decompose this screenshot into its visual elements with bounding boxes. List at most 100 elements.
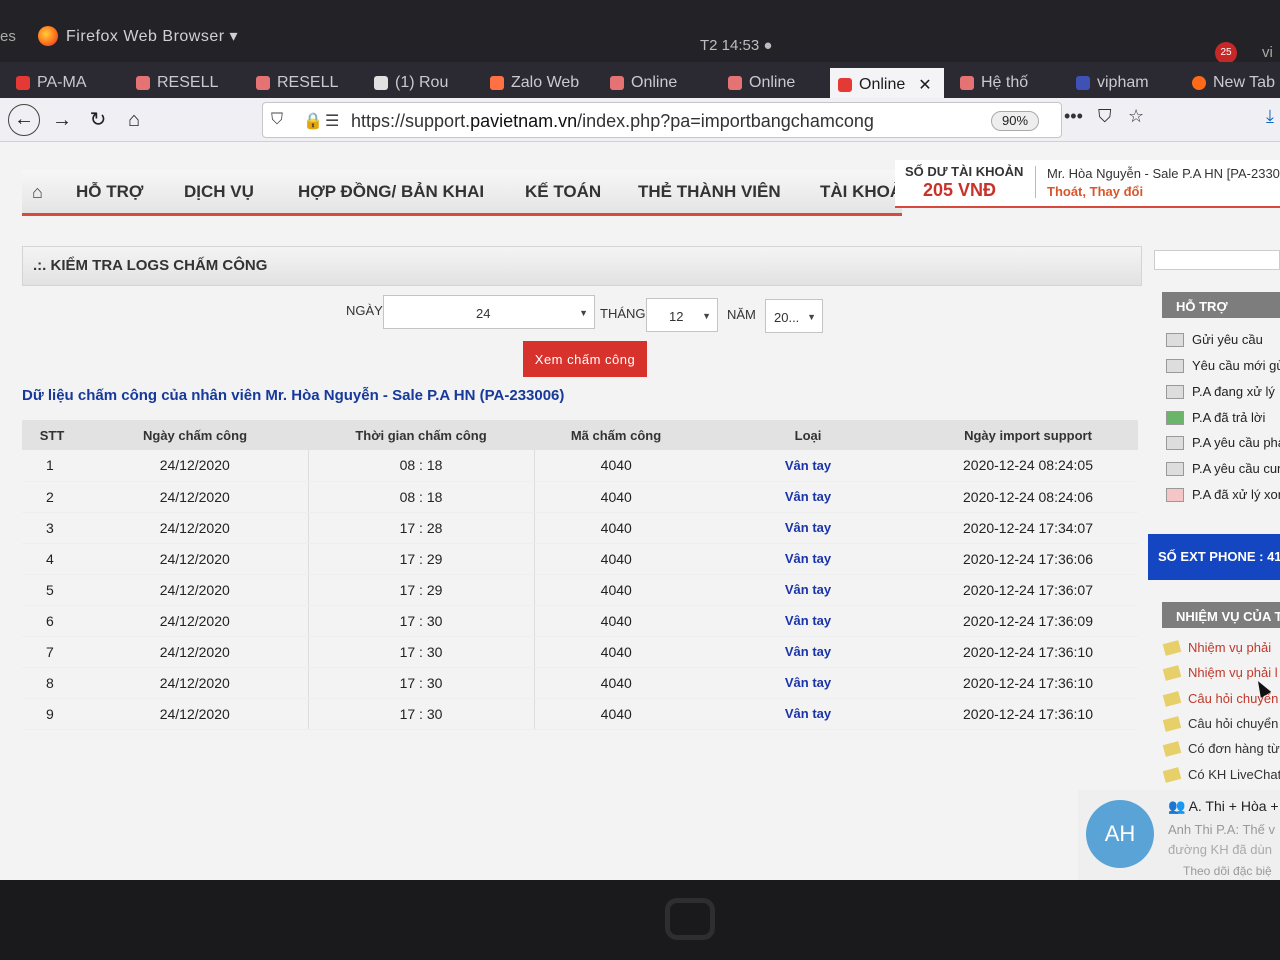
tab-online-1[interactable]: Online	[602, 66, 712, 100]
cell-code: 4040	[534, 481, 698, 513]
year-select[interactable]: 20... ▼	[765, 299, 823, 333]
task-item-4[interactable]: Câu hỏi chuyển	[1162, 715, 1278, 732]
avatar[interactable]: AH	[1086, 800, 1154, 868]
menu-dich-vu[interactable]: DỊCH VỤ	[184, 182, 254, 202]
tab-favicon-icon	[136, 76, 150, 90]
task-item-1[interactable]: Nhiệm vụ phải	[1162, 639, 1271, 656]
table-row: 9 24/12/2020 17 : 30 4040 Vân tay 2020-12-24 …	[22, 698, 1138, 730]
tab-favicon-icon	[838, 78, 852, 92]
close-tab-icon[interactable]: ✕	[918, 75, 931, 95]
cell-stt: 4	[22, 543, 82, 575]
menu-ho-tro[interactable]: HỖ TRỢ	[76, 182, 143, 202]
day-select[interactable]: 24 ▼	[383, 295, 595, 329]
cell-import-date: 2020-12-24 08:24:05	[918, 450, 1138, 482]
firefox-icon	[38, 26, 58, 46]
tab-router[interactable]: (1) Rou	[366, 66, 470, 100]
cell-time: 08 : 18	[307, 481, 535, 513]
close-icon	[1166, 487, 1184, 502]
reload-icon[interactable]: ↻	[82, 104, 114, 136]
sidebar-item-send-request[interactable]: Gửi yêu cầu	[1166, 332, 1263, 347]
cell-date: 24/12/2020	[82, 636, 308, 668]
sidebar-search-input[interactable]	[1154, 250, 1280, 270]
activities-label[interactable]: es	[0, 28, 16, 45]
menu-hop-dong[interactable]: HỢP ĐỒNG/ BẢN KHAI	[298, 182, 484, 202]
sidebar-item-request-feedback[interactable]: P.A yêu cầu phả	[1166, 435, 1280, 450]
section-title: .:. KIỂM TRA LOGS CHẤM CÔNG	[33, 257, 268, 274]
inbox-icon	[1166, 384, 1184, 399]
menu-tai-khoan[interactable]: TÀI KHOẢ	[820, 182, 902, 202]
sidebar-item-new-request[interactable]: Yêu cầu mới gử	[1166, 358, 1280, 373]
table-row: 5 24/12/2020 17 : 29 4040 Vân tay 2020-12-24 …	[22, 574, 1138, 606]
pocket-icon[interactable]: ⛉	[1098, 106, 1112, 127]
tab-favicon-icon	[256, 76, 270, 90]
tab-online-2[interactable]: Online	[720, 66, 828, 100]
chat-message-line: Anh Thi P.A: Thế v	[1168, 822, 1275, 837]
shield-icon[interactable]: ⛉	[271, 111, 283, 129]
lock-icon[interactable]: 🔒	[303, 111, 323, 131]
tab-resell-2[interactable]: RESELL	[248, 66, 348, 100]
tab-pa-manager[interactable]: PA-MA	[8, 66, 108, 100]
pencil-icon	[1162, 639, 1182, 656]
col-time: Thời gian chấm công	[308, 420, 534, 450]
forward-arrow-icon[interactable]: →	[46, 104, 78, 136]
tab-favicon-icon	[610, 76, 624, 90]
task-item-6[interactable]: Có KH LiveChat	[1162, 766, 1280, 783]
cell-stt: 8	[22, 667, 82, 699]
message-icon	[1166, 435, 1184, 450]
tasks-heading: NHIỆM VỤ CỦA T	[1162, 602, 1280, 628]
tab-online-active[interactable]: Online ✕	[830, 68, 944, 102]
divider	[1035, 166, 1036, 198]
sidebar-item-processing[interactable]: P.A đang xử lý	[1166, 384, 1275, 399]
zoom-level[interactable]: 90%	[991, 111, 1039, 131]
cell-type: Vân tay	[698, 667, 918, 699]
col-type: Loại	[698, 420, 918, 450]
tab-resell-1[interactable]: RESELL	[128, 66, 228, 100]
tab-vipham[interactable]: vipham	[1068, 66, 1176, 100]
app-name: Firefox Web Browser ▾	[66, 28, 239, 45]
url-bar[interactable]: ⛉ 🔒 ☰ https://support.pavietnam.vn/index…	[262, 102, 1062, 138]
menu-the-thanh-vien[interactable]: THẺ THÀNH VIÊN	[638, 182, 781, 202]
permissions-icon[interactable]: ☰	[325, 111, 339, 131]
home-icon[interactable]: ⌂	[32, 182, 43, 203]
change-link[interactable]: Thay đổi	[1090, 184, 1143, 199]
view-attendance-button[interactable]: Xem chấm công	[523, 341, 647, 377]
cell-time: 17 : 30	[307, 698, 535, 730]
more-actions-icon[interactable]: •••	[1064, 106, 1083, 127]
user-menu[interactable]: vi	[1262, 44, 1273, 61]
cell-code: 4040	[534, 667, 698, 699]
employee-data-title: Dữ liệu chấm công của nhân viên Mr. Hòa …	[22, 387, 565, 404]
laptop-logo-icon	[665, 898, 715, 940]
menu-ke-toan[interactable]: KẾ TOÁN	[525, 182, 601, 202]
cell-code: 4040	[534, 512, 698, 544]
tray-badge-icon[interactable]: 25	[1215, 42, 1237, 64]
tab-zalo-web[interactable]: Zalo Web	[482, 66, 592, 100]
sidebar-item-request-supply[interactable]: P.A yêu cầu cun	[1166, 461, 1280, 476]
cell-stt: 5	[22, 574, 82, 606]
app-menu[interactable]: Firefox Web Browser ▾	[38, 26, 238, 46]
cell-time: 17 : 30	[307, 605, 535, 637]
bookmark-star-icon[interactable]: ☆	[1128, 106, 1144, 127]
tab-he-thong[interactable]: Hệ thố	[952, 66, 1060, 100]
cell-stt: 7	[22, 636, 82, 668]
back-arrow-icon[interactable]: ←	[8, 104, 40, 136]
cell-stt: 6	[22, 605, 82, 637]
sidebar-item-replied[interactable]: P.A đã trả lời	[1166, 410, 1265, 425]
cell-date: 24/12/2020	[82, 605, 308, 637]
tab-favicon-icon	[728, 76, 742, 90]
sidebar-item-completed[interactable]: P.A đã xử lý xon	[1166, 487, 1280, 502]
os-top-bar: es Firefox Web Browser ▾ T2 14:53 ● 25 v…	[0, 0, 1280, 64]
clock[interactable]: T2 14:53 ●	[700, 37, 772, 54]
tab-new-tab[interactable]: New Tab	[1184, 66, 1280, 100]
logout-link[interactable]: Thoát,	[1047, 184, 1086, 199]
month-select[interactable]: 12 ▼	[646, 298, 718, 332]
home-icon[interactable]: ⌂	[118, 104, 150, 136]
chat-notification[interactable]: AH 👥 A. Thi + Hòa + Anh Thi P.A: Thế v đ…	[1078, 790, 1280, 880]
task-item-5[interactable]: Có đơn hàng từ	[1162, 740, 1280, 757]
url-text[interactable]: https://support.pavietnam.vn/index.php?p…	[351, 111, 874, 132]
cell-import-date: 2020-12-24 17:36:06	[918, 543, 1138, 575]
col-code: Mã chấm công	[534, 420, 698, 450]
cell-type: Vân tay	[698, 636, 918, 668]
task-item-2[interactable]: Nhiệm vụ phải l	[1162, 664, 1278, 681]
ext-phone-banner: SỐ EXT PHONE : 41	[1148, 534, 1280, 580]
download-icon[interactable]: ⤓	[1266, 106, 1274, 127]
